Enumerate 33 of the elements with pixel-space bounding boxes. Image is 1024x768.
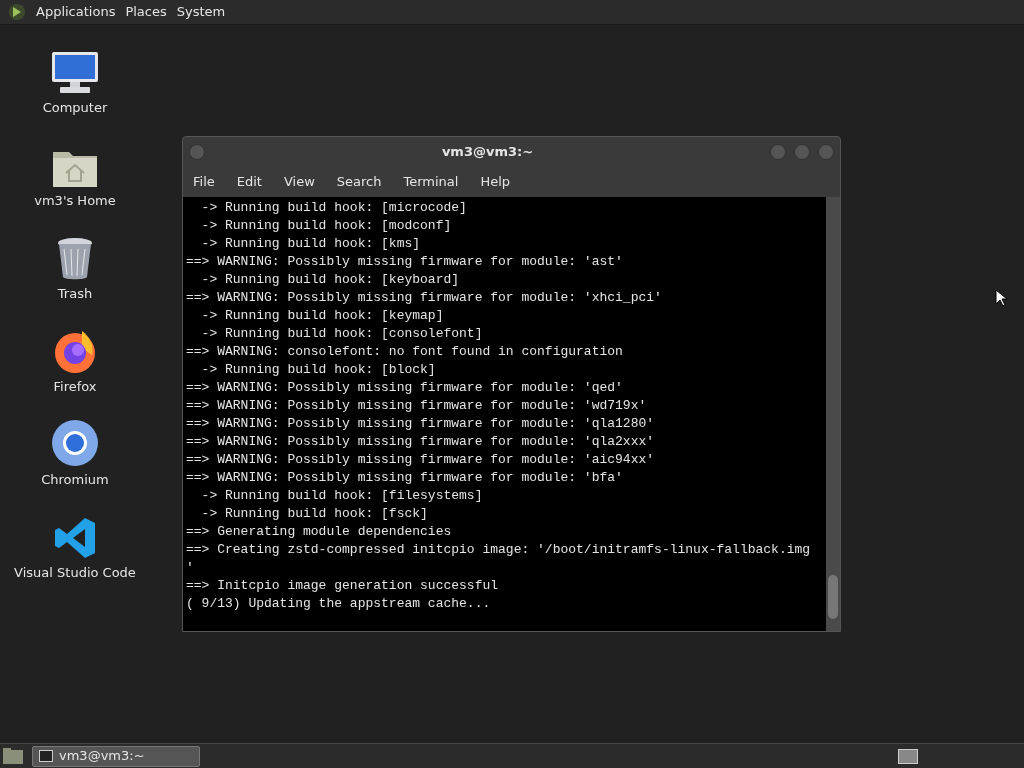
desktop-icon-label[interactable]: Visual Studio Code bbox=[14, 563, 136, 583]
desktop-icon-label[interactable]: vm3's Home bbox=[34, 191, 116, 211]
menu-item[interactable]: Search bbox=[336, 172, 382, 192]
scrollbar[interactable] bbox=[826, 197, 840, 631]
terminal-output: -> Running build hook: [microcode] -> Running build hook: [modconf] -> Running build hook: [kms] ==> WARNING: Possibly missing firmware for module: 'ast' -> Running build hook: [keyboard] ==> WARNING: Possibly missing firmware for module: 'xhci_pci' -> Running build hook: [keymap] -> Running build hook: [consolefont] ==> WARNING: consolefont: no font found in configuration -> Running build hook: [block] ==> WARNING: Possibly missing firmware for module: 'qed' ==> WARNING: Possibly missing firmware for module: 'wd719x' ==> WARNING: Possibly missing firmware for module: 'qla1280' ==> WARNING: Possibly missing firmware for module: 'qla2xxx' ==> WARNING: Possibly missing firmware for module: 'aic94xx' ==> WARNING: Possibly missing firmware for module: 'bfa' -> Running build hook: [filesystems] -> Running build hook: [fsck] ==> Generating module dependencies ==> Creating zstd-compressed initcpio image: '/boot/initramfs-linux-fallback.img ' ==> Initcpio image generation successful ( 9/13) Updating the appstream cache... bbox=[185, 199, 812, 613]
code-editor-icon bbox=[53, 516, 97, 560]
chromium-icon bbox=[51, 419, 99, 467]
trash-icon bbox=[56, 237, 94, 281]
show-desktop-icon[interactable] bbox=[2, 747, 24, 765]
menu-item[interactable]: Help bbox=[480, 172, 511, 192]
maximize-button[interactable] bbox=[794, 144, 810, 160]
panel-menu[interactable]: Places bbox=[125, 2, 167, 22]
desktop-icon-label[interactable]: Computer bbox=[42, 98, 108, 118]
panel-menu[interactable]: System bbox=[176, 2, 226, 22]
minimize-button[interactable] bbox=[770, 144, 786, 160]
menu-item[interactable]: File bbox=[193, 172, 215, 192]
taskbar-button[interactable]: vm3@vm3:~ bbox=[32, 745, 200, 767]
distro-logo-icon bbox=[8, 3, 26, 21]
desktop-icon-label[interactable]: Trash bbox=[57, 284, 93, 304]
workspace-switcher[interactable] bbox=[898, 748, 918, 764]
desktop-icon-label[interactable]: Chromium bbox=[41, 470, 109, 490]
menu-item[interactable]: View bbox=[283, 172, 315, 192]
menu-item[interactable]: Edit bbox=[236, 172, 262, 192]
close-button[interactable] bbox=[818, 144, 834, 160]
firefox-icon bbox=[52, 328, 98, 374]
window-menu-button[interactable] bbox=[189, 144, 205, 160]
menu-item[interactable]: Terminal bbox=[403, 172, 459, 192]
terminal-icon bbox=[39, 750, 53, 762]
window-title: vm3@vm3:~ bbox=[440, 143, 535, 162]
mouse-pointer-icon bbox=[995, 289, 1007, 307]
panel-menu[interactable]: Applications bbox=[36, 2, 116, 22]
desktop-icon-label[interactable]: Firefox bbox=[53, 377, 97, 397]
computer-icon bbox=[50, 51, 100, 95]
